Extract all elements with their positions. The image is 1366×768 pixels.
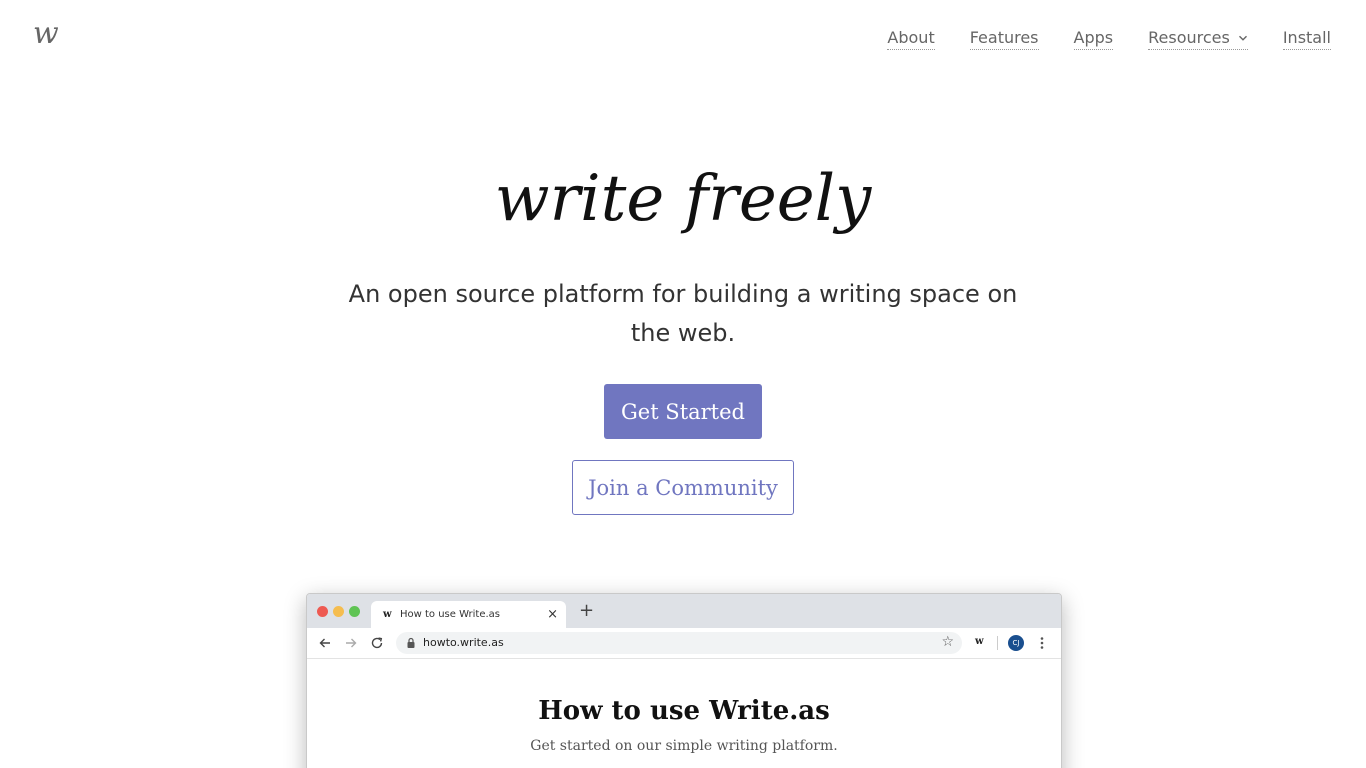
bookmark-star-icon: ☆ — [941, 634, 954, 650]
screenshot-page-title: How to use Write.as — [538, 696, 830, 726]
browser-tabstrip: w How to use Write.as × + — [307, 594, 1061, 629]
avatar: CJ — [1008, 635, 1024, 651]
nav-resources-label: Resources — [1148, 27, 1230, 47]
browser-screenshot: w How to use Write.as × + howto.write.as… — [306, 593, 1062, 768]
back-arrow-icon — [319, 638, 330, 648]
kebab-menu-icon — [1040, 637, 1044, 649]
new-tab-icon: + — [579, 600, 595, 621]
window-minimize-dot — [333, 606, 344, 617]
forward-arrow-icon — [346, 638, 357, 648]
nav-install[interactable]: Install — [1282, 27, 1331, 50]
nav-about[interactable]: About — [887, 27, 935, 50]
join-community-button[interactable]: Join a Community — [572, 460, 794, 515]
browser-toolbar: howto.write.as ☆ w CJ — [307, 628, 1061, 659]
chevron-down-icon — [1238, 35, 1247, 41]
tab-favicon-icon: w — [383, 609, 392, 620]
toolbar-divider — [997, 636, 998, 650]
browser-tab: w How to use Write.as × — [371, 601, 566, 629]
nav-features[interactable]: Features — [969, 27, 1039, 50]
window-maximize-dot — [349, 606, 360, 617]
tab-title: How to use Write.as — [400, 609, 501, 620]
hero-subtitle: An open source platform for building a w… — [348, 280, 1018, 347]
nav-apps[interactable]: Apps — [1073, 27, 1114, 50]
address-bar: howto.write.as ☆ — [396, 632, 962, 654]
writeas-extension-icon: w — [975, 636, 984, 647]
reload-icon — [371, 637, 383, 649]
get-started-button[interactable]: Get Started — [604, 384, 762, 439]
window-close-dot — [317, 606, 328, 617]
nav-resources[interactable]: Resources — [1148, 27, 1248, 50]
main-nav: About Features Apps Resources Install — [852, 25, 1331, 51]
logo[interactable]: w — [33, 14, 59, 54]
screenshot-page-subtitle: Get started on our simple writing platfo… — [530, 738, 838, 754]
address-url: howto.write.as — [423, 636, 504, 649]
tab-close-icon: × — [547, 607, 558, 622]
hero-title: write freely — [494, 162, 872, 236]
lock-icon — [407, 637, 415, 648]
